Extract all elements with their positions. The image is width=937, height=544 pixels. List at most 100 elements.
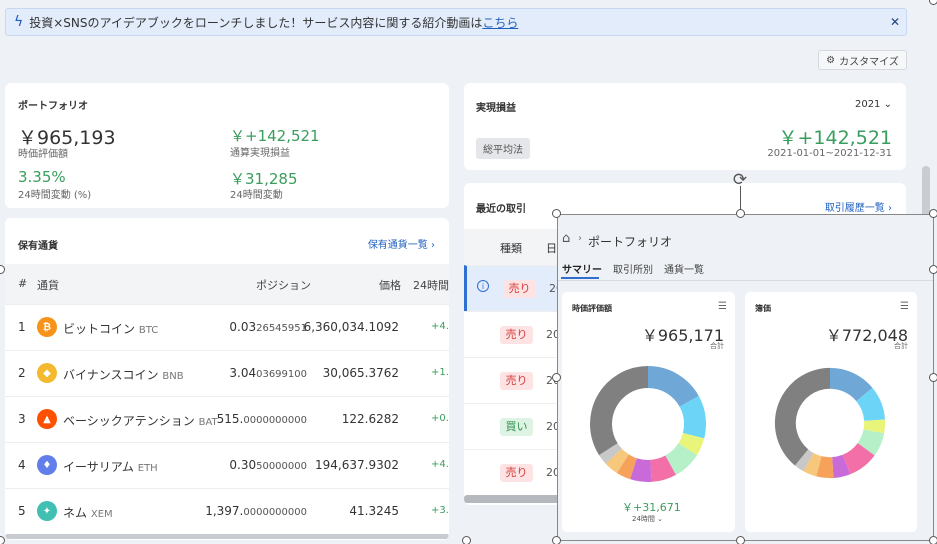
change-period-select[interactable]: 24時間 ⌄ [632,514,663,524]
holdings-list-link[interactable]: 保有通貨一覧 › [368,236,435,251]
position-value: 515.0000000000 [217,412,307,426]
coin-name-text: ネム [63,506,88,520]
menu-icon[interactable]: ☰ [718,301,727,312]
tab-summary[interactable]: サマリー [562,261,602,276]
change-amt-label: 24時間変動 [230,190,283,201]
chevron-right-icon: › [431,240,435,251]
valuation-label: 時価評価額 [18,149,68,160]
bat-icon: ▲ [37,409,57,429]
trade-type-badge: 売り [500,326,533,344]
coin-symbol: BAT [198,417,218,428]
binance-icon: ◆ [37,363,57,383]
announcement-banner: ϟ 投資×SNSのアイデアブックをローンチしました！サービス内容に関する紹介動画… [5,8,907,36]
resize-handle-mid-right[interactable] [929,265,937,274]
lightning-icon: ϟ [14,14,24,30]
position-dim: 50000000 [256,461,307,472]
price-value: 194,637.9302 [315,458,399,472]
book-value-card: 簿価 ☰ ￥772,048 合計 [745,292,917,532]
chevron-right-icon: › [888,203,892,214]
rotate-handle-icon[interactable]: ⟳ [730,170,750,190]
price-value: 122.6282 [341,412,399,426]
holding-row[interactable]: 2 ◆ バイナンスコイン BNB 3.0403699100 30,065.3762 +1.… [5,350,449,396]
price-value: 41.3245 [349,504,399,518]
portfolio-card: ポートフォリオ ￥965,193 時価評価額 ￥+142,521 通算実現損益 … [5,83,449,208]
tab-divider [558,280,933,281]
breadcrumb-separator: › [578,233,582,244]
year-select[interactable]: 2021 ⌄ [855,99,892,110]
col-num: # [18,277,28,290]
resize-handle-s[interactable] [736,536,745,544]
tab-exchange[interactable]: 取引所別 [613,261,653,276]
position-dim: 03699100 [256,369,307,380]
holding-row[interactable]: 3 ▲ ベーシックアテンション BAT 515.0000000000 122.6282 +… [5,396,449,442]
change-pct-value: 3.35% [18,168,66,186]
row-num: 1 [18,320,26,334]
resize-handle-n[interactable] [736,209,745,218]
resize-handle-w[interactable] [552,373,561,382]
banner-link[interactable]: こちら [482,14,518,31]
donut-slice [774,367,830,466]
realized-period: 2021-01-01~2021-12-31 [767,148,892,159]
resize-handle-ne[interactable] [929,209,937,218]
row-num: 4 [18,458,26,472]
method-badge: 総平均法 [476,138,530,159]
realized-value: ￥+142,521 [230,127,320,145]
resize-handle-se[interactable] [929,536,937,544]
chevron-down-icon: ⌄ [657,515,664,523]
portfolio-title: ポートフォリオ [18,101,88,112]
resize-handle-e[interactable] [929,373,937,382]
change-value: +3.5 [431,505,449,516]
valuation-card-title: 時価評価額 [572,304,612,313]
holding-row[interactable]: 4 ♦ イーサリアム ETH 0.3050000000 194,637.9302 +4.1 [5,442,449,488]
resize-handle-left-bottom[interactable] [0,536,5,544]
trade-history-link[interactable]: 取引履歴一覧 › [825,199,892,214]
change-period-label: 24時間 [632,515,655,523]
info-icon[interactable]: i [477,280,489,292]
horizontal-scrollbar[interactable] [5,534,449,539]
coin-symbol: XEM [90,509,113,520]
home-icon[interactable]: ⌂ [562,231,570,246]
coin-symbol: BTC [138,325,159,336]
popup-breadcrumb: ポートフォリオ [588,235,673,249]
change-pct-label: 24時間変動 (%) [18,190,92,201]
row-num: 2 [18,366,26,380]
horizontal-scrollbar[interactable] [464,495,564,503]
realized-title: 実現損益 [476,103,516,114]
col-type: 種類 [500,242,522,255]
recent-title: 最近の取引 [476,204,526,215]
resize-handle-sw[interactable] [552,536,561,544]
col-date: 日 [546,242,557,255]
book-value-donut-chart [774,367,886,479]
valuation-card-total: 合計 [710,342,724,350]
year-value: 2021 [854,99,881,110]
holdings-card: 保有通貨 保有通貨一覧 › # 通貨 ポジション 価格 24時間変 1 ₿ ビットコ… [5,218,449,540]
position-main: 3.04 [229,366,257,380]
valuation-card-change: ￥+31,671 [622,501,681,514]
resize-handle-top-right[interactable] [929,0,937,5]
close-icon[interactable]: ✕ [890,15,900,29]
resize-handle-nw[interactable] [552,209,561,218]
menu-icon[interactable]: ☰ [900,301,909,312]
change-value: +0.4 [431,413,449,424]
gear-icon: ⚙ [826,54,836,66]
change-value: +4.1 [431,459,449,470]
position-main: 0.03 [229,320,257,334]
col-currency: 通貨 [37,279,59,292]
trade-type-badge: 買い [500,418,533,436]
change-value: +4.5 [431,321,449,332]
holding-row[interactable]: 5 ✦ ネム XEM 1,397.0000000000 41.3245 +3.5 [5,488,449,534]
coin-name: ベーシックアテンション BAT [63,412,218,429]
coin-name-text: イーサリアム [63,460,134,474]
position-dim: 0000000000 [243,415,307,426]
holdings-title: 保有通貨 [18,241,58,252]
tab-currency-list[interactable]: 通貨一覧 [664,261,704,276]
portfolio-popup: ⌂ › ポートフォリオ サマリー 取引所別 通貨一覧 時価評価額 ☰ ￥965,… [557,214,934,541]
holding-row[interactable]: 1 ₿ ビットコイン BTC 0.0326545951 6,360,034.1092 +4… [5,304,449,350]
col-price: 価格 [379,279,401,292]
bitcoin-icon: ₿ [37,317,57,337]
resize-handle-mid-bottom[interactable] [462,536,471,544]
customize-button[interactable]: ⚙ カスタマイズ [818,50,907,70]
col-position: ポジション [256,279,311,292]
row-num: 5 [18,504,26,518]
trade-type-badge: 売り [500,464,533,482]
